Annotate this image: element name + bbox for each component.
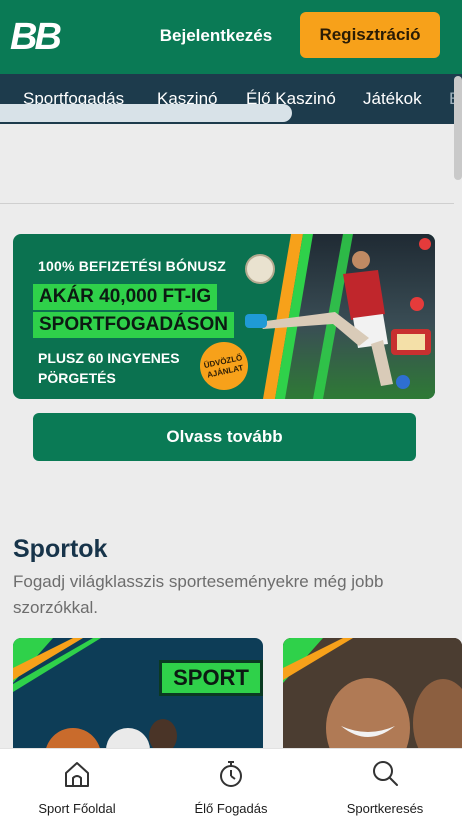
bottom-nav-label: Sportkeresés — [346, 801, 424, 816]
bottom-nav-sport-search[interactable]: Sportkeresés — [308, 749, 462, 825]
stopwatch-icon — [220, 761, 242, 787]
bottom-nav-label: Élő Fogadás — [194, 801, 268, 816]
bottom-nav-live-betting[interactable]: Élő Fogadás — [154, 749, 308, 825]
banner-spins-line: PLUSZ 60 INGYENES PÖRGETÉS — [38, 348, 180, 388]
banner-spins-line-a: PLUSZ 60 INGYENES — [38, 350, 180, 366]
home-icon — [65, 762, 89, 787]
live-card[interactable] — [283, 638, 462, 758]
divider — [0, 203, 454, 204]
sport-card[interactable]: SPORT — [13, 638, 263, 758]
page-scrollbar[interactable] — [454, 76, 462, 180]
read-more-button[interactable]: Olvass tovább — [33, 413, 416, 461]
nav-scrollbar[interactable] — [0, 104, 292, 122]
banner-headline-2: SPORTFOGADÁSON — [33, 312, 234, 338]
logo-text: BB — [10, 16, 61, 54]
banner-bonus-line: 100% BEFIZETÉSI BÓNUSZ — [38, 258, 226, 274]
sport-label: SPORT — [159, 660, 263, 696]
register-button[interactable]: Regisztráció — [300, 12, 440, 58]
search-icon — [373, 761, 398, 786]
section-subtitle: Fogadj világklasszis sporteseményekre mé… — [13, 572, 384, 617]
banner-headline-1: AKÁR 40,000 FT-IG — [33, 284, 218, 310]
bottom-nav-label: Sport Főoldal — [38, 801, 116, 816]
section-title: Sportok — [13, 535, 108, 563]
banner-spins-line-b: PÖRGETÉS — [38, 370, 116, 386]
live-card-artwork — [283, 638, 462, 758]
login-button[interactable]: Bejelentkezés — [150, 14, 282, 58]
sport-card-artwork — [13, 638, 193, 758]
bottom-nav-sport-home[interactable]: Sport Főoldal — [0, 749, 154, 825]
bb-logo[interactable]: BB — [10, 16, 76, 54]
bottom-nav: Sport Főoldal Élő Fogadás Sportkeresés — [0, 748, 462, 825]
promo-banner[interactable]: 100% BEFIZETÉSI BÓNUSZ AKÁR 40,000 FT-IG… — [13, 234, 435, 399]
nav-item-jatekok[interactable]: Játékok — [363, 89, 422, 109]
football-ball — [245, 254, 275, 284]
header: BB Bejelentkezés Regisztráció — [0, 0, 462, 74]
